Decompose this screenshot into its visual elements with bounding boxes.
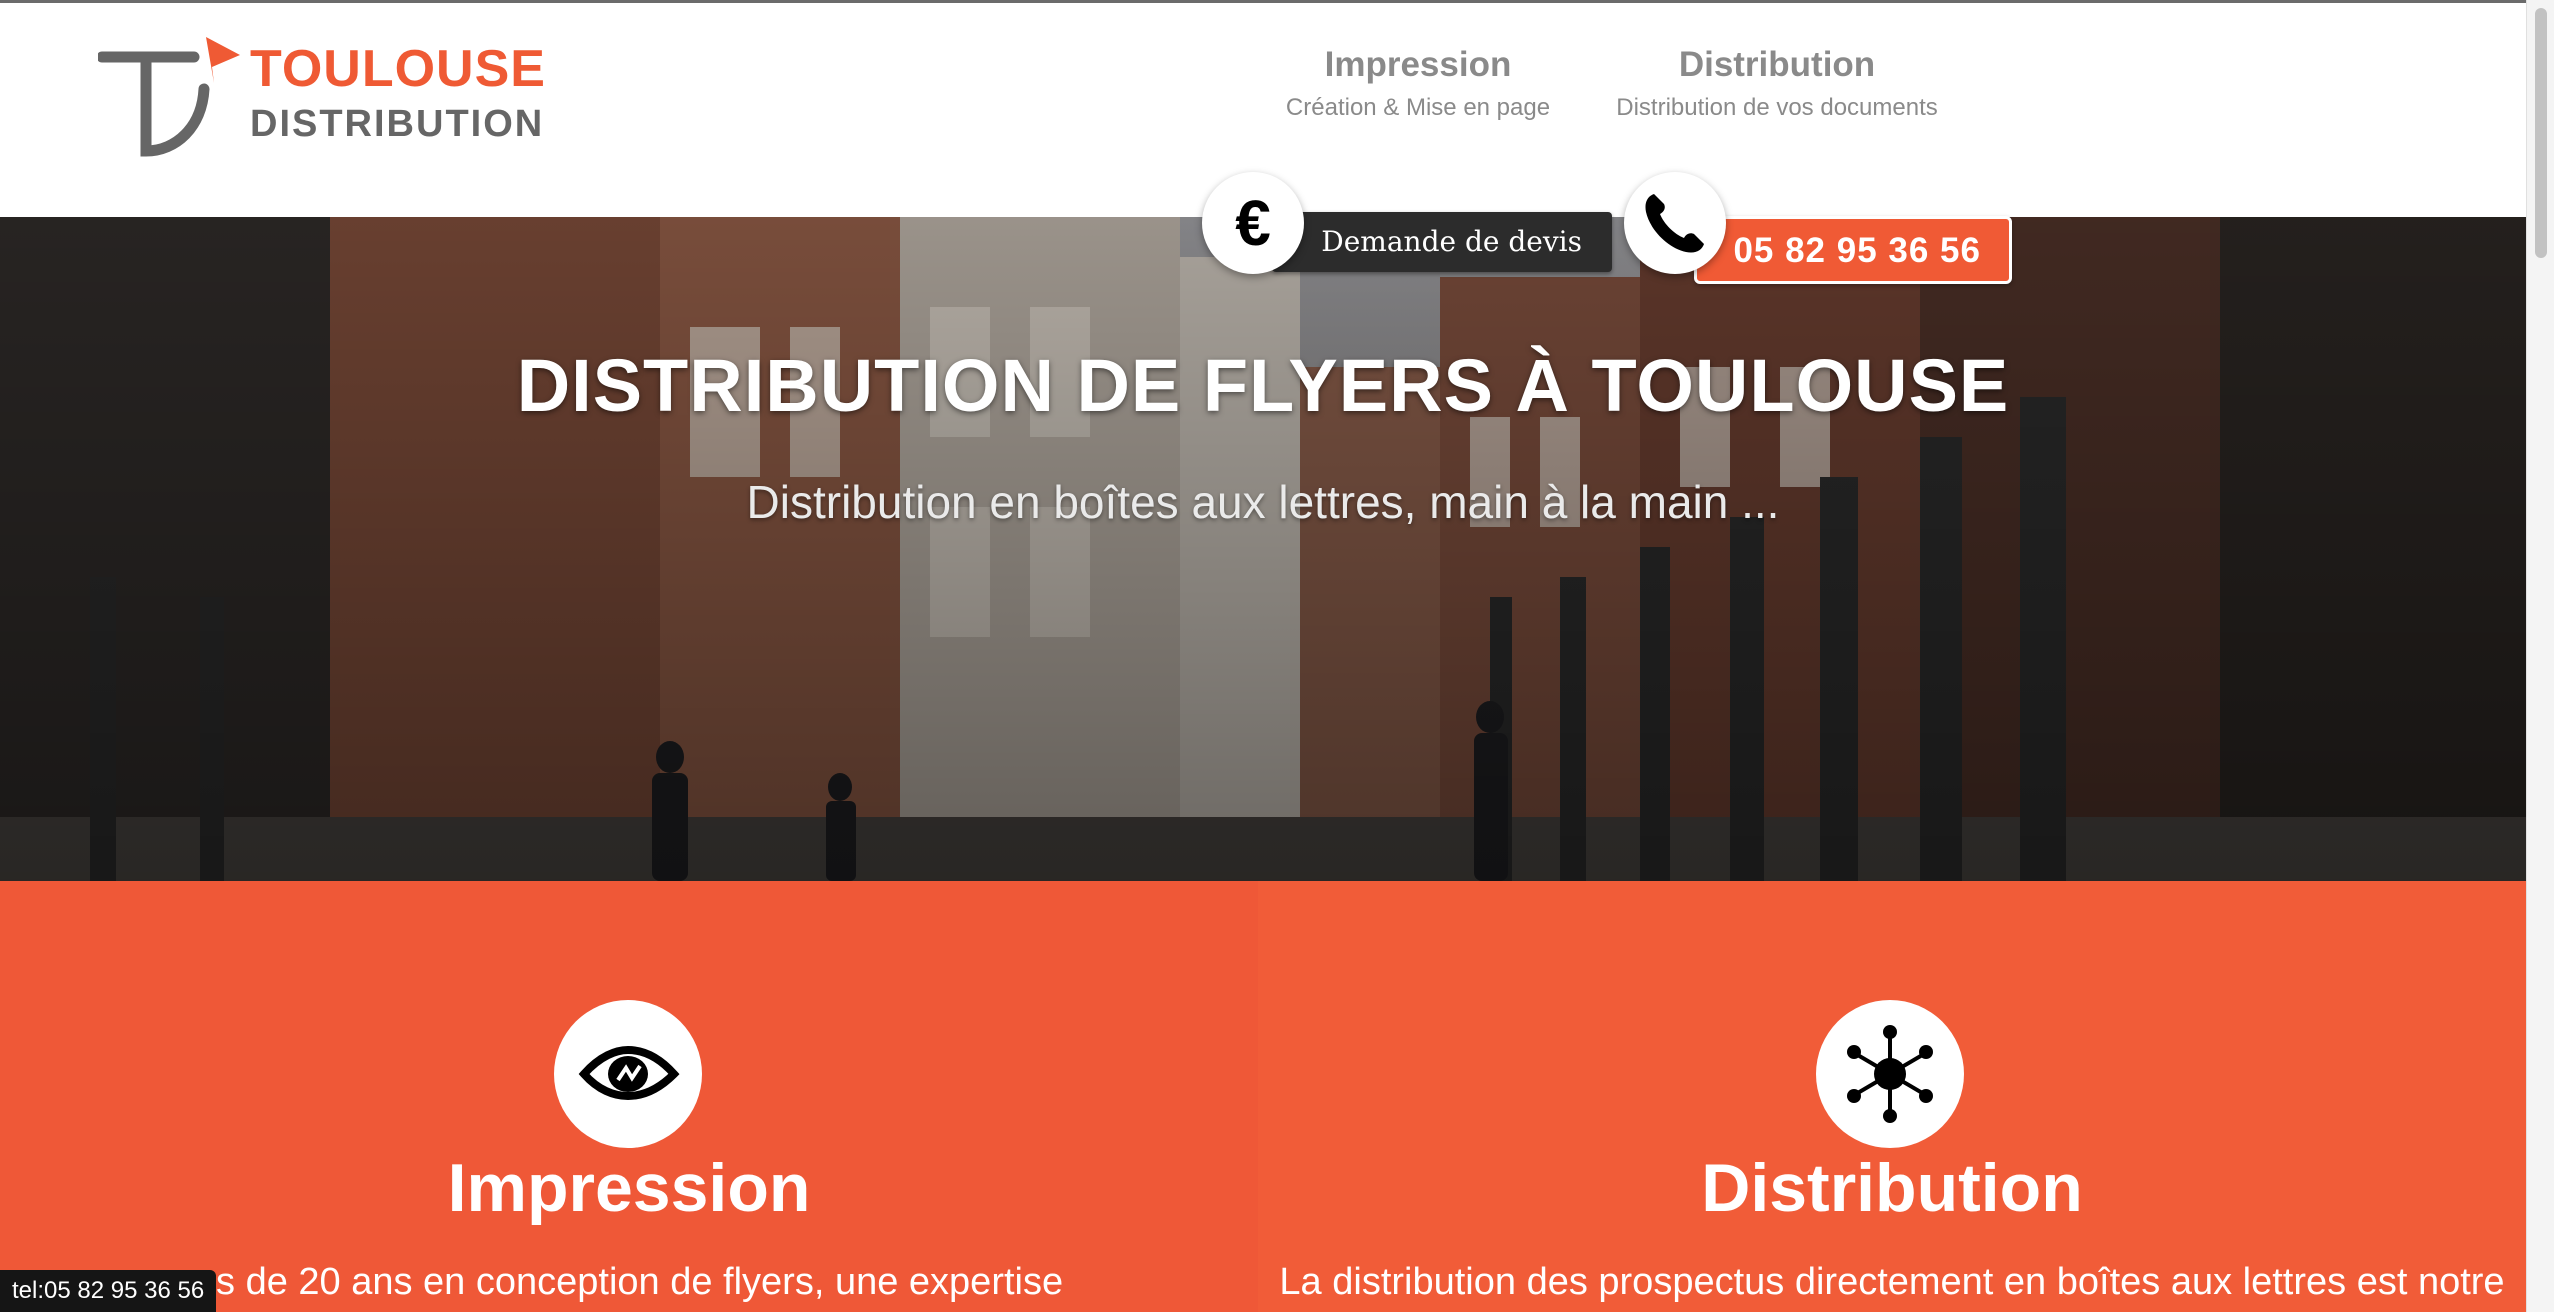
- eye-icon: [554, 1000, 702, 1148]
- logo-text-distribution: DISTRIBUTION: [250, 103, 545, 145]
- nav-item-impression[interactable]: Impression Création & Mise en page: [1260, 43, 1576, 123]
- euro-icon: €: [1202, 172, 1304, 274]
- phone-icon: [1624, 172, 1726, 274]
- service-title: Impression: [447, 1150, 811, 1226]
- page-scrollbar[interactable]: [2526, 0, 2554, 1312]
- scrollbar-thumb[interactable]: [2535, 8, 2547, 258]
- nav-subtitle: Distribution de vos documents: [1616, 94, 1938, 121]
- nav-title: Impression: [1324, 45, 1512, 84]
- hero-banner: DISTRIBUTION DE FLYERS À TOULOUSE Distri…: [0, 217, 2526, 881]
- site-logo[interactable]: TOULOUSE DISTRIBUTION: [98, 31, 545, 161]
- quote-request-pill: Demande de devis: [1272, 212, 1612, 272]
- service-description: La distribution des prospectus directeme…: [1279, 1261, 2505, 1303]
- phone-number-label: 05 82 95 36 56: [1733, 231, 1981, 270]
- nav-subtitle: Création & Mise en page: [1285, 94, 1551, 121]
- services-section: Impression us de 20 ans en conception de…: [0, 881, 2526, 1312]
- nav-item-distribution[interactable]: Distribution Distribution de vos documen…: [1600, 43, 1954, 123]
- hero-subtitle: Distribution en boîtes aux lettres, main…: [746, 476, 1780, 528]
- street-photo: [0, 217, 2526, 881]
- logo-text-toulouse: TOULOUSE: [250, 40, 546, 98]
- link-status-url: tel:05 82 95 36 56: [0, 1270, 217, 1312]
- quote-request-button[interactable]: Demande de devis €: [1202, 172, 1622, 282]
- phone-call-button[interactable]: 05 82 95 36 56: [1624, 172, 2024, 284]
- nav-title: Distribution: [1678, 45, 1876, 84]
- logo-mark-icon: [98, 37, 240, 157]
- quote-request-label: Demande de devis: [1321, 225, 1582, 258]
- phone-number-pill: 05 82 95 36 56: [1694, 216, 2012, 284]
- hero-title: DISTRIBUTION DE FLYERS À TOULOUSE: [516, 344, 2010, 427]
- network-icon: [1816, 1000, 1964, 1148]
- service-distribution[interactable]: Distribution La distribution des prospec…: [1258, 881, 2526, 1312]
- service-impression[interactable]: Impression us de 20 ans en conception de…: [0, 881, 1258, 1312]
- service-title: Distribution: [1701, 1150, 2083, 1226]
